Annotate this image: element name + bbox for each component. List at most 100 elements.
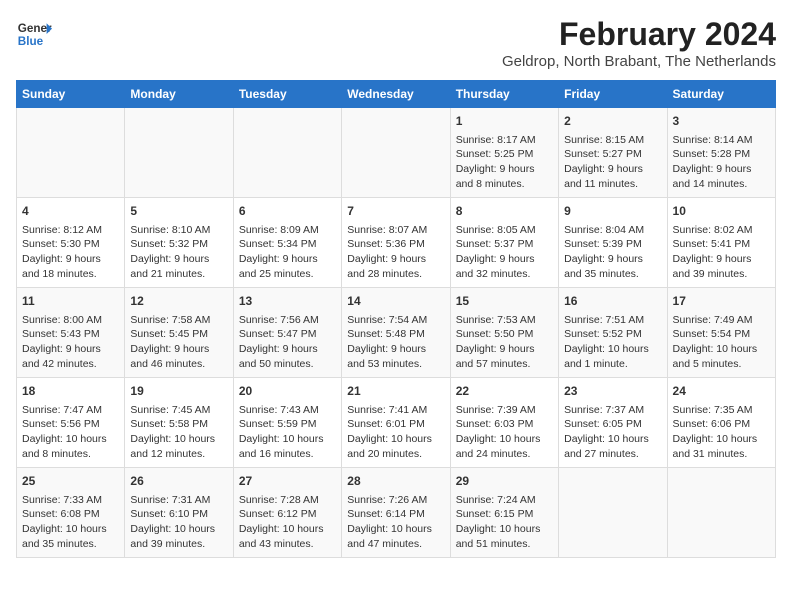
day-number: 3 [673, 113, 770, 130]
calendar-cell: 20 Sunrise: 7:43 AM Sunset: 5:59 PM Dayli… [233, 378, 341, 468]
calendar-week-row: 4 Sunrise: 8:12 AM Sunset: 5:30 PM Daylig… [17, 198, 776, 288]
page-header: General Blue February 2024 Geldrop, Nort… [16, 16, 776, 70]
day-number: 25 [22, 473, 119, 490]
day-number: 10 [673, 203, 770, 220]
calendar-cell: 23Sunrise: 7:37 AM Sunset: 6:05 PM Dayli… [559, 378, 667, 468]
day-number: 16 [564, 293, 661, 310]
weekday-header-row: SundayMondayTuesdayWednesdayThursdayFrid… [17, 81, 776, 108]
weekday-header-monday: Monday [125, 81, 233, 108]
day-number: 4 [22, 203, 119, 220]
day-info: Sunrise: 7:56 AM Sunset: 5:47 PM Dayligh… [239, 313, 336, 372]
calendar-cell: 28 Sunrise: 7:26 AM Sunset: 6:14 PM Dayli… [342, 468, 450, 558]
calendar-cell: 18 Sunrise: 7:47 AM Sunset: 5:56 PM Dayli… [17, 378, 125, 468]
day-number: 18 [22, 383, 119, 400]
calendar-cell: 6 Sunrise: 8:09 AM Sunset: 5:34 PM Daylig… [233, 198, 341, 288]
calendar-cell: 27 Sunrise: 7:28 AM Sunset: 6:12 PM Dayli… [233, 468, 341, 558]
subtitle: Geldrop, North Brabant, The Netherlands [502, 53, 776, 70]
calendar-cell [342, 108, 450, 198]
calendar-table: SundayMondayTuesdayWednesdayThursdayFrid… [16, 80, 776, 558]
day-info: Sunrise: 7:39 AM Sunset: 6:03 PM Dayligh… [456, 403, 553, 462]
calendar-cell: 11 Sunrise: 8:00 AM Sunset: 5:43 PM Dayli… [17, 288, 125, 378]
day-number: 20 [239, 383, 336, 400]
calendar-cell: 17 Sunrise: 7:49 AM Sunset: 5:54 PM Dayli… [667, 288, 775, 378]
calendar-week-row: 25 Sunrise: 7:33 AM Sunset: 6:08 PM Dayli… [17, 468, 776, 558]
day-info: Sunrise: 7:51 AM Sunset: 5:52 PM Dayligh… [564, 313, 661, 372]
day-number: 19 [130, 383, 227, 400]
weekday-header-saturday: Saturday [667, 81, 775, 108]
weekday-header-friday: Friday [559, 81, 667, 108]
calendar-cell: 7 Sunrise: 8:07 AM Sunset: 5:36 PM Daylig… [342, 198, 450, 288]
day-number: 1 [456, 113, 553, 130]
day-number: 15 [456, 293, 553, 310]
day-number: 8 [456, 203, 553, 220]
calendar-cell: 3 Sunrise: 8:14 AM Sunset: 5:28 PM Daylig… [667, 108, 775, 198]
day-info: Sunrise: 7:53 AM Sunset: 5:50 PM Dayligh… [456, 313, 553, 372]
day-info: Sunrise: 7:47 AM Sunset: 5:56 PM Dayligh… [22, 403, 119, 462]
calendar-cell: 29 Sunrise: 7:24 AM Sunset: 6:15 PM Dayli… [450, 468, 558, 558]
day-info: Sunrise: 7:54 AM Sunset: 5:48 PM Dayligh… [347, 313, 444, 372]
calendar-cell: 19 Sunrise: 7:45 AM Sunset: 5:58 PM Dayli… [125, 378, 233, 468]
day-info: Sunrise: 7:37 AM Sunset: 6:05 PM Dayligh… [564, 403, 661, 462]
day-info: Sunrise: 7:49 AM Sunset: 5:54 PM Dayligh… [673, 313, 770, 372]
weekday-header-tuesday: Tuesday [233, 81, 341, 108]
calendar-cell [125, 108, 233, 198]
calendar-week-row: 1 Sunrise: 8:17 AM Sunset: 5:25 PM Daylig… [17, 108, 776, 198]
day-info: Sunrise: 8:15 AM Sunset: 5:27 PM Dayligh… [564, 133, 661, 192]
calendar-cell: 5Sunrise: 8:10 AM Sunset: 5:32 PM Daylig… [125, 198, 233, 288]
day-number: 22 [456, 383, 553, 400]
day-number: 27 [239, 473, 336, 490]
day-info: Sunrise: 8:00 AM Sunset: 5:43 PM Dayligh… [22, 313, 119, 372]
day-number: 2 [564, 113, 661, 130]
calendar-cell: 21 Sunrise: 7:41 AM Sunset: 6:01 PM Dayli… [342, 378, 450, 468]
day-info: Sunrise: 7:33 AM Sunset: 6:08 PM Dayligh… [22, 493, 119, 552]
calendar-cell [233, 108, 341, 198]
day-info: Sunrise: 8:02 AM Sunset: 5:41 PM Dayligh… [673, 223, 770, 282]
weekday-header-sunday: Sunday [17, 81, 125, 108]
title-block: February 2024 Geldrop, North Brabant, Th… [502, 16, 776, 70]
calendar-cell [559, 468, 667, 558]
calendar-cell: 24Sunrise: 7:35 AM Sunset: 6:06 PM Dayli… [667, 378, 775, 468]
calendar-week-row: 11 Sunrise: 8:00 AM Sunset: 5:43 PM Dayli… [17, 288, 776, 378]
day-info: Sunrise: 8:04 AM Sunset: 5:39 PM Dayligh… [564, 223, 661, 282]
day-info: Sunrise: 8:17 AM Sunset: 5:25 PM Dayligh… [456, 133, 553, 192]
calendar-cell: 12 Sunrise: 7:58 AM Sunset: 5:45 PM Dayli… [125, 288, 233, 378]
calendar-cell: 16 Sunrise: 7:51 AM Sunset: 5:52 PM Dayli… [559, 288, 667, 378]
day-info: Sunrise: 7:35 AM Sunset: 6:06 PM Dayligh… [673, 403, 770, 462]
day-info: Sunrise: 8:05 AM Sunset: 5:37 PM Dayligh… [456, 223, 553, 282]
calendar-cell: 15 Sunrise: 7:53 AM Sunset: 5:50 PM Dayli… [450, 288, 558, 378]
day-number: 12 [130, 293, 227, 310]
day-info: Sunrise: 8:14 AM Sunset: 5:28 PM Dayligh… [673, 133, 770, 192]
calendar-cell: 1 Sunrise: 8:17 AM Sunset: 5:25 PM Daylig… [450, 108, 558, 198]
day-number: 13 [239, 293, 336, 310]
day-number: 14 [347, 293, 444, 310]
day-number: 17 [673, 293, 770, 310]
day-number: 29 [456, 473, 553, 490]
day-number: 7 [347, 203, 444, 220]
day-info: Sunrise: 7:45 AM Sunset: 5:58 PM Dayligh… [130, 403, 227, 462]
svg-text:Blue: Blue [18, 35, 44, 48]
day-info: Sunrise: 8:07 AM Sunset: 5:36 PM Dayligh… [347, 223, 444, 282]
day-info: Sunrise: 7:24 AM Sunset: 6:15 PM Dayligh… [456, 493, 553, 552]
day-number: 6 [239, 203, 336, 220]
day-info: Sunrise: 7:43 AM Sunset: 5:59 PM Dayligh… [239, 403, 336, 462]
day-number: 21 [347, 383, 444, 400]
calendar-cell: 8 Sunrise: 8:05 AM Sunset: 5:37 PM Daylig… [450, 198, 558, 288]
calendar-cell [667, 468, 775, 558]
day-info: Sunrise: 7:26 AM Sunset: 6:14 PM Dayligh… [347, 493, 444, 552]
day-number: 11 [22, 293, 119, 310]
calendar-cell [17, 108, 125, 198]
weekday-header-thursday: Thursday [450, 81, 558, 108]
calendar-cell: 13 Sunrise: 7:56 AM Sunset: 5:47 PM Dayli… [233, 288, 341, 378]
day-info: Sunrise: 7:58 AM Sunset: 5:45 PM Dayligh… [130, 313, 227, 372]
calendar-cell: 14 Sunrise: 7:54 AM Sunset: 5:48 PM Dayli… [342, 288, 450, 378]
calendar-cell: 22 Sunrise: 7:39 AM Sunset: 6:03 PM Dayli… [450, 378, 558, 468]
main-title: February 2024 [502, 16, 776, 53]
calendar-cell: 4 Sunrise: 8:12 AM Sunset: 5:30 PM Daylig… [17, 198, 125, 288]
day-number: 26 [130, 473, 227, 490]
day-info: Sunrise: 7:28 AM Sunset: 6:12 PM Dayligh… [239, 493, 336, 552]
day-info: Sunrise: 8:09 AM Sunset: 5:34 PM Dayligh… [239, 223, 336, 282]
day-info: Sunrise: 8:12 AM Sunset: 5:30 PM Dayligh… [22, 223, 119, 282]
day-info: Sunrise: 8:10 AM Sunset: 5:32 PM Dayligh… [130, 223, 227, 282]
day-number: 28 [347, 473, 444, 490]
day-info: Sunrise: 7:41 AM Sunset: 6:01 PM Dayligh… [347, 403, 444, 462]
